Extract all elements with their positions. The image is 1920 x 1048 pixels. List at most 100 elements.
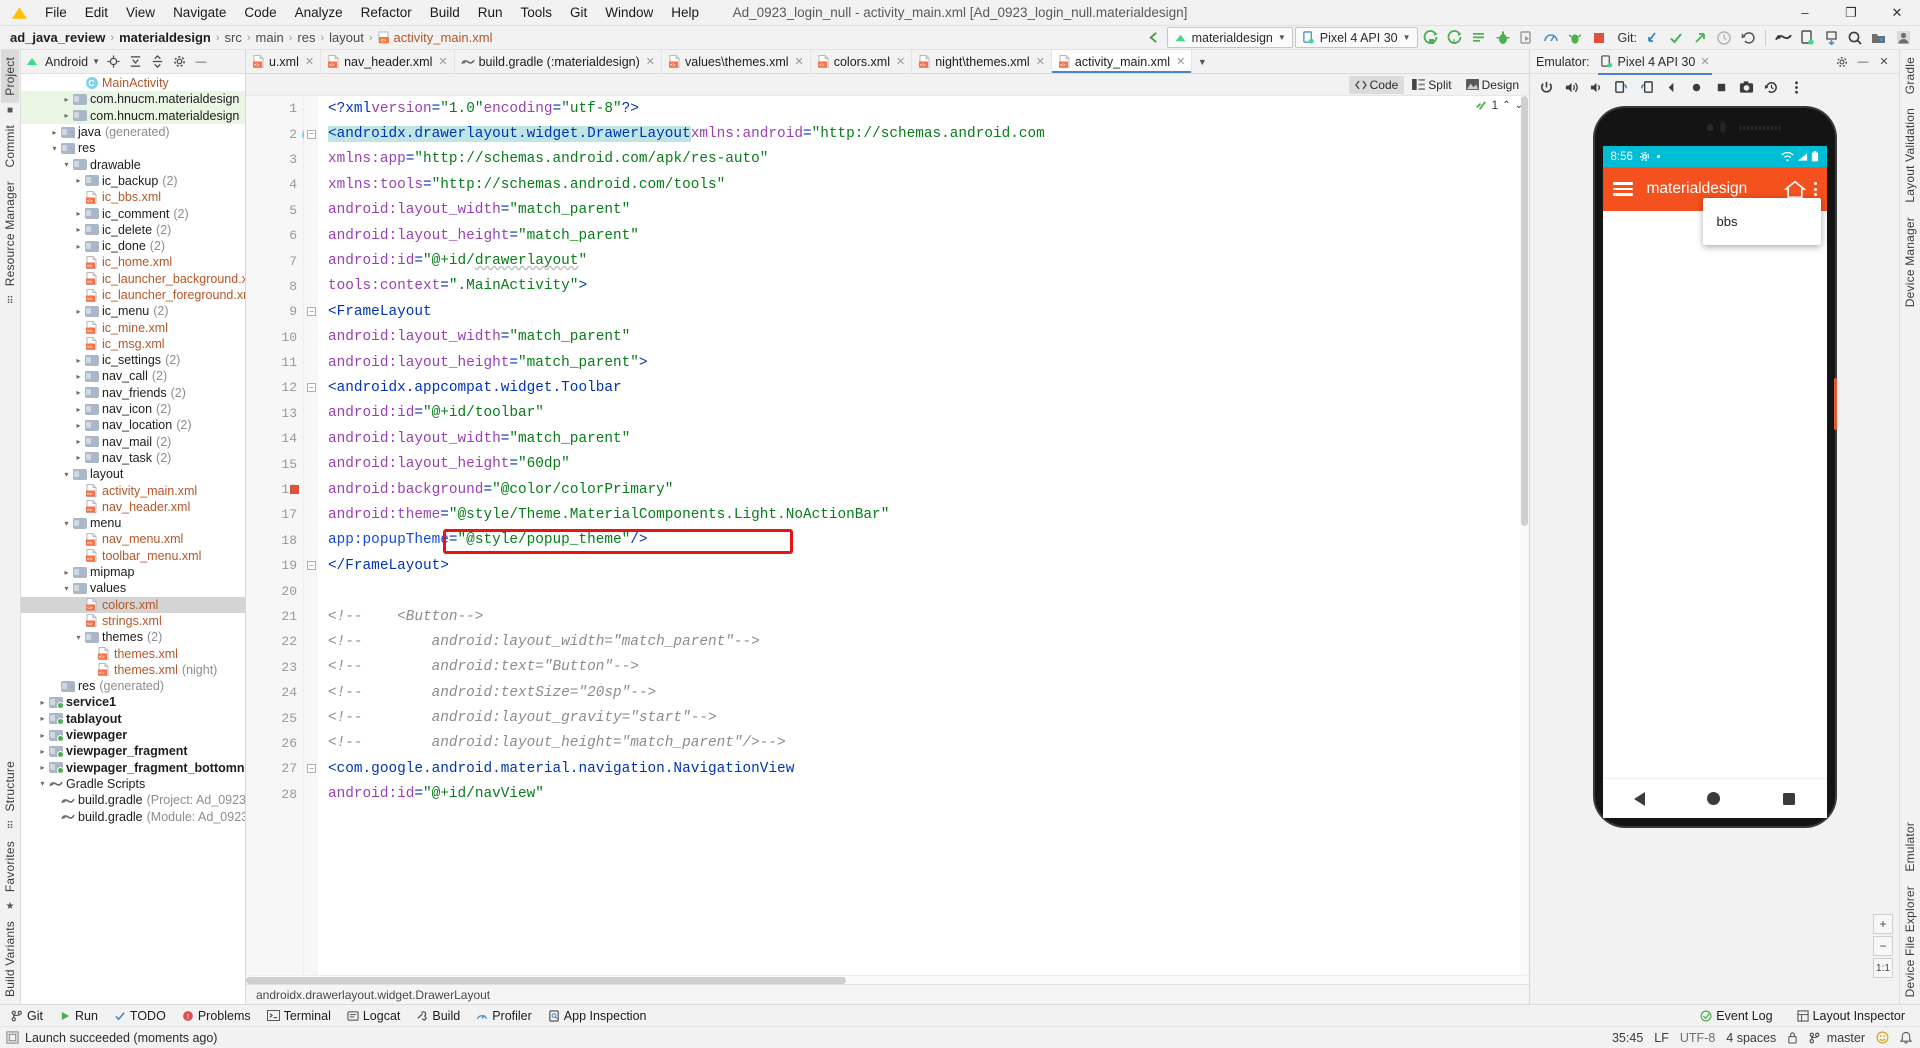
tree-node[interactable]: ic_settings(2) bbox=[21, 352, 245, 368]
fold-toggle-icon[interactable]: − bbox=[307, 307, 316, 317]
tool-window-layout-inspector[interactable]: Layout Inspector bbox=[1790, 1007, 1912, 1025]
line-number[interactable]: 19 bbox=[246, 553, 303, 578]
editor-tab-list-dropdown[interactable]: ▼ bbox=[1192, 50, 1212, 73]
close-icon[interactable]: ✕ bbox=[646, 55, 655, 68]
smiley-icon[interactable] bbox=[1876, 1031, 1889, 1044]
editor-tab[interactable]: <> u.xml ✕ bbox=[246, 50, 322, 73]
scrollbar-thumb[interactable] bbox=[1521, 96, 1528, 526]
tool-window-terminal[interactable]: Terminal bbox=[260, 1007, 338, 1025]
close-icon[interactable]: ✕ bbox=[896, 55, 905, 68]
code-editor[interactable]: 12C3456789101112131415161718192021222324… bbox=[246, 96, 1529, 975]
chevron-right-icon[interactable] bbox=[73, 453, 84, 462]
profiler-icon[interactable] bbox=[1540, 27, 1562, 48]
line-number[interactable]: 26 bbox=[246, 731, 303, 756]
sdk-manager-icon[interactable] bbox=[1772, 27, 1794, 48]
code-line[interactable]: android:layout_height = "60dp" bbox=[328, 451, 1529, 476]
chevron-down-icon[interactable] bbox=[61, 160, 72, 169]
tree-node[interactable]: Gradle Scripts bbox=[21, 776, 245, 792]
sidebar-item-favorites[interactable]: Favorites bbox=[1, 834, 19, 899]
sidebar-item-project[interactable]: Project bbox=[1, 50, 19, 103]
fold-toggle-icon[interactable]: − bbox=[307, 561, 316, 571]
chevron-right-icon[interactable] bbox=[61, 568, 72, 577]
screenshot-icon[interactable] bbox=[1734, 76, 1758, 98]
code-line[interactable] bbox=[328, 578, 1529, 603]
volume-up-icon[interactable] bbox=[1559, 76, 1583, 98]
tree-node[interactable]: build.gradle (Module: Ad_0923 bbox=[21, 808, 245, 824]
menu-build[interactable]: Build bbox=[421, 2, 469, 23]
line-number[interactable]: 8 bbox=[246, 274, 303, 299]
close-icon[interactable]: ✕ bbox=[438, 55, 447, 68]
chevron-right-icon[interactable] bbox=[73, 405, 84, 414]
update-project-icon[interactable] bbox=[1641, 27, 1663, 48]
chevron-right-icon[interactable] bbox=[73, 209, 84, 218]
commit-icon[interactable] bbox=[1665, 27, 1687, 48]
back-nav-icon[interactable] bbox=[1633, 791, 1645, 806]
fold-toggle-icon[interactable]: − bbox=[307, 764, 316, 774]
project-view-label[interactable]: Android bbox=[45, 55, 88, 69]
line-number[interactable]: 15 bbox=[246, 451, 303, 476]
breadcrumb-project[interactable]: ad_java_review bbox=[10, 30, 105, 45]
tree-node[interactable]: <> ic_launcher_foreground.xml bbox=[21, 287, 245, 303]
editor-vertical-scrollbar[interactable] bbox=[1520, 96, 1529, 975]
breadcrumb-file[interactable]: activity_main.xml bbox=[394, 30, 493, 45]
profile-app-icon[interactable] bbox=[1516, 27, 1538, 48]
line-number[interactable]: 9 bbox=[246, 299, 303, 324]
project-structure-icon[interactable] bbox=[1868, 27, 1890, 48]
breadcrumb-res[interactable]: res bbox=[297, 30, 315, 45]
run-configuration-selector[interactable]: materialdesign ▼ bbox=[1166, 27, 1293, 48]
menu-view[interactable]: View bbox=[117, 2, 164, 23]
chevron-right-icon[interactable] bbox=[73, 437, 84, 446]
run-icon[interactable] bbox=[1420, 27, 1442, 48]
chevron-right-icon[interactable] bbox=[73, 225, 84, 234]
code-line[interactable]: android:id = "@+id/toolbar" bbox=[328, 401, 1529, 426]
editor-tab-bar[interactable]: <> u.xml ✕ <> nav_header.xml ✕ build.gradle (:… bbox=[246, 50, 1529, 74]
editor-tab[interactable]: <> values\themes.xml ✕ bbox=[662, 50, 811, 73]
chevron-down-icon[interactable] bbox=[49, 144, 60, 153]
line-number[interactable]: 16 bbox=[246, 477, 303, 502]
popup-item-bbs[interactable]: bbs bbox=[1703, 210, 1821, 233]
tree-node[interactable]: viewpager_fragment bbox=[21, 743, 245, 759]
account-icon[interactable] bbox=[1892, 27, 1914, 48]
sidebar-item-emulator[interactable]: Emulator bbox=[1901, 815, 1919, 879]
line-number[interactable]: 2C bbox=[246, 121, 315, 146]
fold-toggle-icon[interactable]: − bbox=[307, 129, 316, 139]
code-line[interactable]: android:id = "@+id/navView" bbox=[328, 782, 1529, 807]
close-icon[interactable]: ✕ bbox=[1176, 55, 1185, 68]
sidebar-item-commit[interactable]: Commit bbox=[1, 118, 19, 175]
chevron-right-icon[interactable] bbox=[73, 242, 84, 251]
emulator-stage[interactable]: 8:56 materialdesign bbs + − 1:1 bbox=[1530, 100, 1899, 1004]
line-number[interactable]: 6 bbox=[246, 223, 303, 248]
code-line[interactable]: xmlns:tools = "http://schemas.android.com/… bbox=[328, 172, 1529, 197]
chevron-right-icon[interactable] bbox=[73, 388, 84, 397]
code-folding-column[interactable]: − − − − − bbox=[304, 96, 318, 975]
tree-node[interactable]: <> nav_header.xml bbox=[21, 499, 245, 515]
sidebar-item-layout-validation[interactable]: Layout Validation bbox=[1901, 101, 1919, 210]
rotate-left-icon[interactable] bbox=[1609, 76, 1633, 98]
editor-horizontal-scrollbar[interactable] bbox=[246, 975, 1529, 984]
power-side-button[interactable] bbox=[1833, 378, 1837, 430]
tree-node[interactable]: themes (2) bbox=[21, 629, 245, 645]
history-icon[interactable] bbox=[1759, 76, 1783, 98]
code-line[interactable]: android:background = "@color/colorPrimary" bbox=[328, 477, 1529, 502]
tree-node[interactable]: <> themes.xml bbox=[21, 645, 245, 661]
chevron-right-icon[interactable] bbox=[37, 747, 48, 756]
chevron-right-icon[interactable] bbox=[73, 307, 84, 316]
tree-node[interactable]: com.hnucm.materialdesign bbox=[21, 107, 245, 124]
tool-window-logcat[interactable]: Logcat bbox=[340, 1007, 408, 1025]
collapse-all-icon[interactable] bbox=[148, 53, 166, 71]
tree-node[interactable]: res bbox=[21, 140, 245, 156]
expand-all-icon[interactable] bbox=[126, 53, 144, 71]
tree-node[interactable]: res (generated) bbox=[21, 678, 245, 694]
tree-node[interactable]: <> ic_mine.xml bbox=[21, 319, 245, 335]
close-icon[interactable]: ✕ bbox=[795, 55, 804, 68]
tab-design[interactable]: Design bbox=[1460, 76, 1525, 94]
file-encoding[interactable]: UTF-8 bbox=[1680, 1031, 1715, 1045]
caret-position[interactable]: 35:45 bbox=[1612, 1031, 1643, 1045]
tree-node[interactable]: nav_mail(2) bbox=[21, 434, 245, 450]
editor-footer-breadcrumb[interactable]: androidx.drawerlayout.widget.DrawerLayou… bbox=[246, 984, 1529, 1004]
apply-changes-icon[interactable] bbox=[1468, 27, 1490, 48]
tool-window-git[interactable]: Git bbox=[4, 1007, 50, 1025]
avd-manager-icon[interactable] bbox=[1796, 27, 1818, 48]
minimize-button[interactable]: – bbox=[1782, 0, 1828, 26]
code-line[interactable]: </FrameLayout> bbox=[328, 553, 1529, 578]
